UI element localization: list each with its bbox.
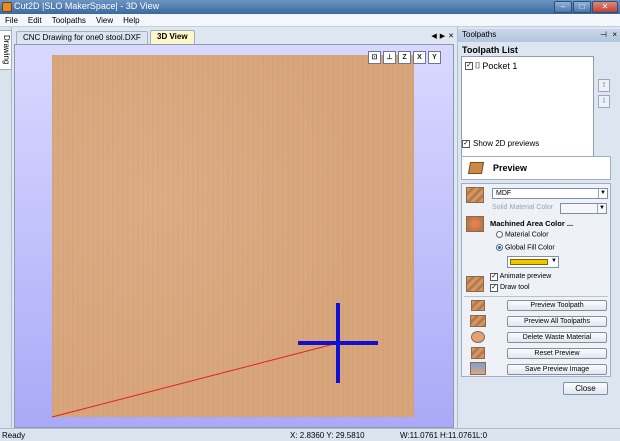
toolpaths-panel: Toolpaths ⊣ × Toolpath List ✓ ⌷ Pocket 1… (457, 27, 620, 428)
close-window-button[interactable]: ✕ (592, 1, 618, 13)
fill-color-picker[interactable]: ▼ (507, 256, 559, 268)
menu-file[interactable]: File (0, 14, 23, 26)
draw-tool-option[interactable]: ✓ Draw tool (490, 284, 530, 292)
panel-close-icon[interactable]: × (612, 30, 617, 39)
z-view-icon[interactable]: Z (398, 51, 411, 64)
machined-area-icon (466, 216, 484, 232)
status-text: Ready (2, 431, 26, 440)
global-fill-radio-dot[interactable] (496, 244, 503, 251)
toolpath-list-title: Toolpath List (462, 45, 518, 55)
save-preview-image-button[interactable]: Save Preview Image (507, 364, 607, 375)
preview-icon (467, 162, 485, 174)
material-select-value: MDF (496, 190, 512, 197)
toolpath-line (51, 342, 339, 418)
document-tabs: CNC Drawing for one0 stool.DXF 3D View ◀… (14, 30, 454, 44)
menu-toolpaths[interactable]: Toolpaths (47, 14, 91, 26)
y-view-icon[interactable]: Y (428, 51, 441, 64)
preview-all-toolpaths-button[interactable]: Preview All Toolpaths (507, 316, 607, 327)
list-item[interactable]: ✓ ⌷ Pocket 1 (465, 60, 517, 71)
show-2d-previews[interactable]: ✓ Show 2D previews (462, 139, 539, 148)
preview-options: MDF ▼ Solid Material Color ▼ Machined Ar… (461, 183, 611, 377)
cursor-coordinates: X: 2.8360 Y: 29.5810 (290, 431, 365, 440)
list-order-buttons: ⇧ ⇩ (598, 79, 610, 108)
menu-view[interactable]: View (91, 14, 118, 26)
menu-help[interactable]: Help (118, 14, 144, 26)
animate-icon (466, 276, 484, 292)
menu-edit[interactable]: Edit (23, 14, 47, 26)
global-fill-color-radio[interactable]: Global Fill Color (496, 244, 555, 251)
move-up-icon[interactable]: ⇧ (598, 79, 610, 92)
view-toolbar: ⊡ ⊥ Z X Y (368, 51, 441, 64)
menu-bar: File Edit Toolpaths View Help (0, 14, 620, 27)
tab-close-icon[interactable]: ✕ (448, 32, 454, 40)
reset-preview-icon (471, 347, 485, 359)
preview-title: Preview (493, 163, 528, 173)
left-dock: Drawing (0, 27, 12, 428)
divider (464, 296, 608, 297)
maximize-button[interactable]: □ (573, 1, 591, 13)
tab-navigation: ◀ ▶ ✕ (431, 32, 454, 40)
preview-header: Preview (461, 156, 611, 180)
preview-toolpath-button[interactable]: Preview Toolpath (507, 300, 607, 311)
material-color-radio-dot[interactable] (496, 231, 503, 238)
height-readout: H:11.0761 (440, 431, 477, 440)
l-readout: L:0 (476, 431, 488, 440)
top-view-icon[interactable]: ⊥ (383, 51, 396, 64)
machined-area-color-label: Machined Area Color ... (490, 219, 574, 228)
tab-right-arrow-icon[interactable]: ▶ (440, 32, 445, 40)
chevron-down-icon: ▼ (597, 204, 606, 213)
material-select[interactable]: MDF ▼ (492, 188, 608, 199)
drawing-tab[interactable]: Drawing (0, 30, 12, 70)
move-down-icon[interactable]: ⇩ (598, 95, 610, 108)
fill-color-swatch (510, 259, 548, 265)
toolpath-overlay (51, 303, 378, 418)
status-bar: Ready X: 2.8360 Y: 29.5810 W:11.0761 H:1… (0, 428, 620, 441)
delete-waste-icon (471, 331, 485, 343)
width-readout: W:11.0761 (400, 431, 438, 440)
panel-header: Toolpaths ⊣ × (458, 29, 620, 42)
toolpath-icon: ⌷ (475, 60, 481, 70)
save-image-icon (470, 362, 486, 375)
tool-horizontal-bar (298, 341, 378, 345)
reset-preview-button[interactable]: Reset Preview (507, 348, 607, 359)
animate-preview-option[interactable]: ✓ Animate preview (490, 273, 551, 281)
x-view-icon[interactable]: X (413, 51, 426, 64)
close-button[interactable]: Close (563, 382, 608, 395)
toolpath-checkbox[interactable]: ✓ (465, 61, 473, 70)
preview-toolpath-icon (471, 300, 485, 311)
minimize-button[interactable]: ‒ (554, 1, 572, 13)
draw-tool-checkbox[interactable]: ✓ (490, 284, 498, 292)
window-title: Cut2D |SLO MakerSpace| - 3D View (14, 1, 160, 11)
show-2d-checkbox[interactable]: ✓ (462, 139, 470, 148)
app-icon (2, 2, 12, 12)
material-color-label: Material Color (504, 231, 549, 239)
3d-viewport[interactable]: ⊡ ⊥ Z X Y (14, 44, 454, 428)
toolpath-label: Pocket 1 (482, 60, 518, 71)
material-color-radio[interactable]: Material Color (496, 231, 549, 238)
show-2d-label: Show 2D previews (473, 139, 540, 148)
window-controls: ‒ □ ✕ (554, 1, 618, 13)
chevron-down-icon: ▼ (551, 258, 557, 264)
delete-waste-material-button[interactable]: Delete Waste Material (507, 332, 607, 343)
tab-3d-view[interactable]: 3D View (150, 30, 195, 44)
solid-color-select: ▼ (560, 203, 607, 214)
animate-preview-checkbox[interactable]: ✓ (490, 273, 498, 281)
preview-all-icon (470, 315, 486, 327)
pin-icon[interactable]: ⊣ (600, 30, 607, 39)
chevron-down-icon: ▼ (598, 189, 607, 198)
tab-cnc-drawing[interactable]: CNC Drawing for one0 stool.DXF (16, 31, 148, 44)
draw-tool-label: Draw tool (499, 284, 530, 291)
global-fill-color-label: Global Fill Color (504, 244, 555, 252)
tab-left-arrow-icon[interactable]: ◀ (431, 32, 436, 40)
material-icon (466, 187, 484, 203)
animate-preview-label: Animate preview (499, 273, 552, 280)
title-bar: Cut2D |SLO MakerSpace| - 3D View ‒ □ ✕ (0, 0, 620, 14)
panel-title: Toolpaths (462, 30, 497, 39)
iso-view-icon[interactable]: ⊡ (368, 51, 381, 64)
solid-material-color-label: Solid Material Color (492, 204, 554, 211)
